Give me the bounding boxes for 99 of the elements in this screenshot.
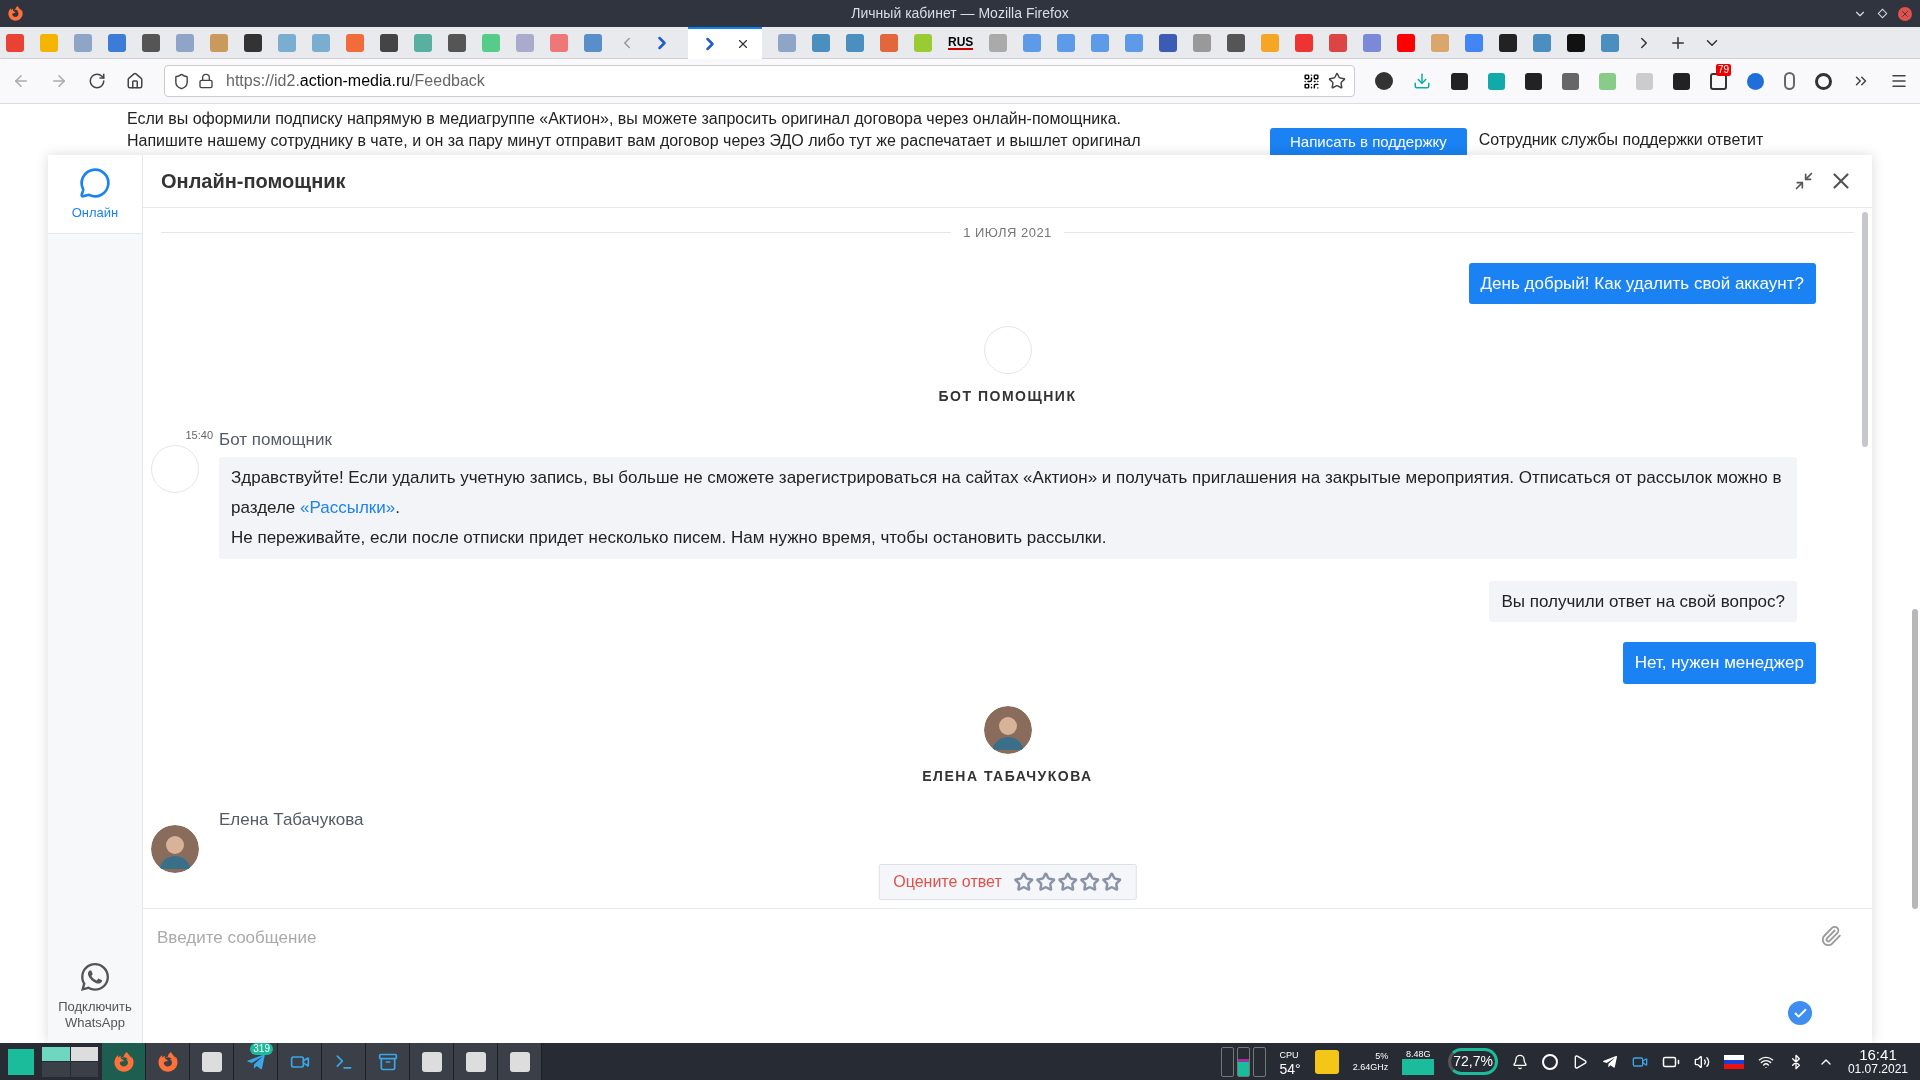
bell-icon[interactable] — [1511, 1053, 1528, 1070]
taskbar-app[interactable] — [366, 1043, 410, 1080]
update-icon[interactable] — [1541, 1053, 1558, 1070]
cpu-load: 5% — [1375, 1050, 1389, 1062]
memory-graph — [1402, 1058, 1435, 1075]
tab-icon[interactable] — [1499, 33, 1518, 52]
taskbar-app[interactable] — [454, 1043, 498, 1080]
app-icon — [465, 1051, 486, 1072]
disk-usage: 72,7% — [1448, 1048, 1498, 1075]
meter-icon — [1252, 1046, 1266, 1077]
date-divider: 1 ИЮЛЯ 2021 — [963, 224, 1052, 242]
bookmark-star-icon[interactable] — [1328, 72, 1346, 90]
collapse-icon[interactable] — [1794, 171, 1814, 191]
extension-icon[interactable] — [1673, 72, 1690, 90]
extension-icon[interactable] — [1451, 72, 1468, 90]
taskbar-app[interactable] — [410, 1043, 454, 1080]
link[interactable]: «Рассылки» — [300, 497, 396, 517]
taskbar-app[interactable] — [278, 1043, 322, 1080]
author-name: Бот помощник — [219, 429, 333, 451]
taskbar-app[interactable] — [498, 1043, 542, 1080]
cpu-label: CPU — [1279, 1048, 1300, 1062]
shield-icon — [173, 72, 190, 90]
url-text: https://id2.action-media.ru/Feedback — [226, 71, 485, 91]
tab-icon[interactable] — [142, 33, 160, 52]
star-icon[interactable] — [1035, 872, 1056, 892]
telegram-icon[interactable] — [1601, 1053, 1618, 1070]
app-icon — [509, 1051, 530, 1072]
taskbar-app[interactable]: 319 — [234, 1043, 278, 1080]
memory-usage: 8.48G — [1405, 1048, 1431, 1059]
cpu-temperature: 54° — [1279, 1061, 1301, 1076]
download-icon[interactable] — [1413, 72, 1431, 90]
firefox-icon — [8, 6, 23, 21]
account-icon[interactable] — [1375, 72, 1393, 90]
star-icon[interactable] — [1079, 872, 1100, 892]
reload-icon[interactable] — [88, 72, 106, 90]
meter-icon — [1220, 1046, 1234, 1077]
flag-icon[interactable] — [1723, 1054, 1744, 1069]
active-tab[interactable] — [688, 26, 762, 59]
clock-time: 16:41 — [1859, 1046, 1897, 1062]
app-icon — [377, 1051, 398, 1072]
tab-label[interactable]: RUS — [948, 35, 974, 50]
author-name: Елена Табачукова — [219, 808, 365, 831]
message-input[interactable]: Введите сообщение — [157, 925, 1757, 951]
qr-code-icon[interactable] — [1303, 72, 1320, 90]
taskbar-app[interactable] — [190, 1043, 234, 1080]
lock-icon — [198, 73, 214, 89]
sidebar-item[interactable]: Подключить WhatsApp — [48, 949, 142, 1043]
volume-icon[interactable] — [1693, 1053, 1710, 1070]
star-icon[interactable] — [1057, 872, 1078, 892]
chat-title: Онлайн-помощник — [161, 169, 346, 194]
app-icon — [157, 1051, 178, 1072]
window-title: Личный кабинет — Mozilla Firefox — [851, 4, 1069, 23]
star-icon[interactable] — [1101, 872, 1122, 892]
home-icon[interactable] — [126, 72, 144, 90]
star-icon[interactable] — [1013, 872, 1034, 892]
extension-icon[interactable] — [1815, 72, 1832, 90]
message-time: 15:40 — [185, 428, 213, 443]
notification-badge: 319 — [250, 1043, 273, 1055]
bot-question: Вы получили ответ на свой вопрос? — [1489, 580, 1797, 622]
close-icon[interactable] — [1898, 6, 1912, 21]
outgoing-message: День добрый! Как удалить свой аккаунт? — [1468, 262, 1816, 304]
extension-icon[interactable] — [1525, 72, 1542, 90]
sidebar-item[interactable]: Онлайн — [48, 155, 142, 233]
tab-icon[interactable] — [380, 33, 398, 52]
tab-icon[interactable] — [448, 33, 466, 52]
taskbar-app[interactable] — [146, 1043, 190, 1080]
address-field[interactable]: https://id2.action-media.ru/Feedback — [164, 65, 1355, 97]
rating-label: Оцените ответ — [893, 872, 1002, 892]
app-icon — [421, 1051, 442, 1072]
menu-icon[interactable] — [1890, 72, 1908, 90]
page-text: Напишите нашему сотруднику в чате, и он за пару минут отправит вам договор через ЭДО либо тут же распечатает и вышлет оригинал — [127, 131, 1142, 151]
chat-bubble-icon — [79, 167, 111, 199]
agent-name: ЕЛЕНА ТАБАЧУКОВА — [922, 766, 1093, 786]
page-text: Если вы оформили подписку напрямую в медиагруппе «Актион», вы можете запросить оригинал договора через онлайн-помощника. — [127, 109, 1122, 129]
verified-icon — [1788, 1001, 1812, 1025]
whatsapp-icon — [79, 961, 111, 993]
taskbar-app[interactable] — [102, 1043, 146, 1080]
tab-icon[interactable] — [1227, 33, 1246, 52]
support-button[interactable]: Написать в поддержку — [1270, 128, 1467, 155]
tab-icon[interactable] — [244, 33, 262, 52]
cpu-frequency: 2.64GHz — [1352, 1061, 1389, 1073]
notification-badge: 79 — [1716, 63, 1732, 76]
sidebar-label: Подключить WhatsApp — [57, 999, 133, 1031]
start-menu-icon[interactable] — [8, 1048, 34, 1075]
agent-name: БОТ ПОМОЩНИК — [938, 387, 1077, 406]
paperclip-icon[interactable] — [1820, 925, 1842, 947]
workspace-switcher[interactable] — [42, 1046, 98, 1077]
clock-date: 01.07.2021 — [1847, 1061, 1908, 1077]
incoming-message: Здравствуйте! Если удалить учетную запись, вы больше не сможете зарегистрироваться на сайтах «Актион» и получать приглашения на закрытые мероприятия. Отписаться от рассылок можно в разделе «Рассылки». Не переживайте, если после отписки придет несколько писем. Нам нужно время, чтобы остановить рассылки. — [219, 456, 1797, 559]
outgoing-message: Нет, нужен менеджер — [1622, 642, 1816, 684]
meter-icon — [1236, 1046, 1250, 1077]
app-icon — [201, 1051, 222, 1072]
sidebar-label: Онлайн — [70, 205, 120, 221]
tab-icon[interactable] — [1567, 33, 1586, 52]
page-text: Сотрудник службы поддержки ответит — [1478, 130, 1764, 150]
notes-icon[interactable] — [1314, 1049, 1339, 1074]
maximize-icon[interactable] — [1877, 8, 1888, 19]
app-icon — [113, 1051, 134, 1072]
star-rating[interactable] — [1013, 872, 1122, 892]
